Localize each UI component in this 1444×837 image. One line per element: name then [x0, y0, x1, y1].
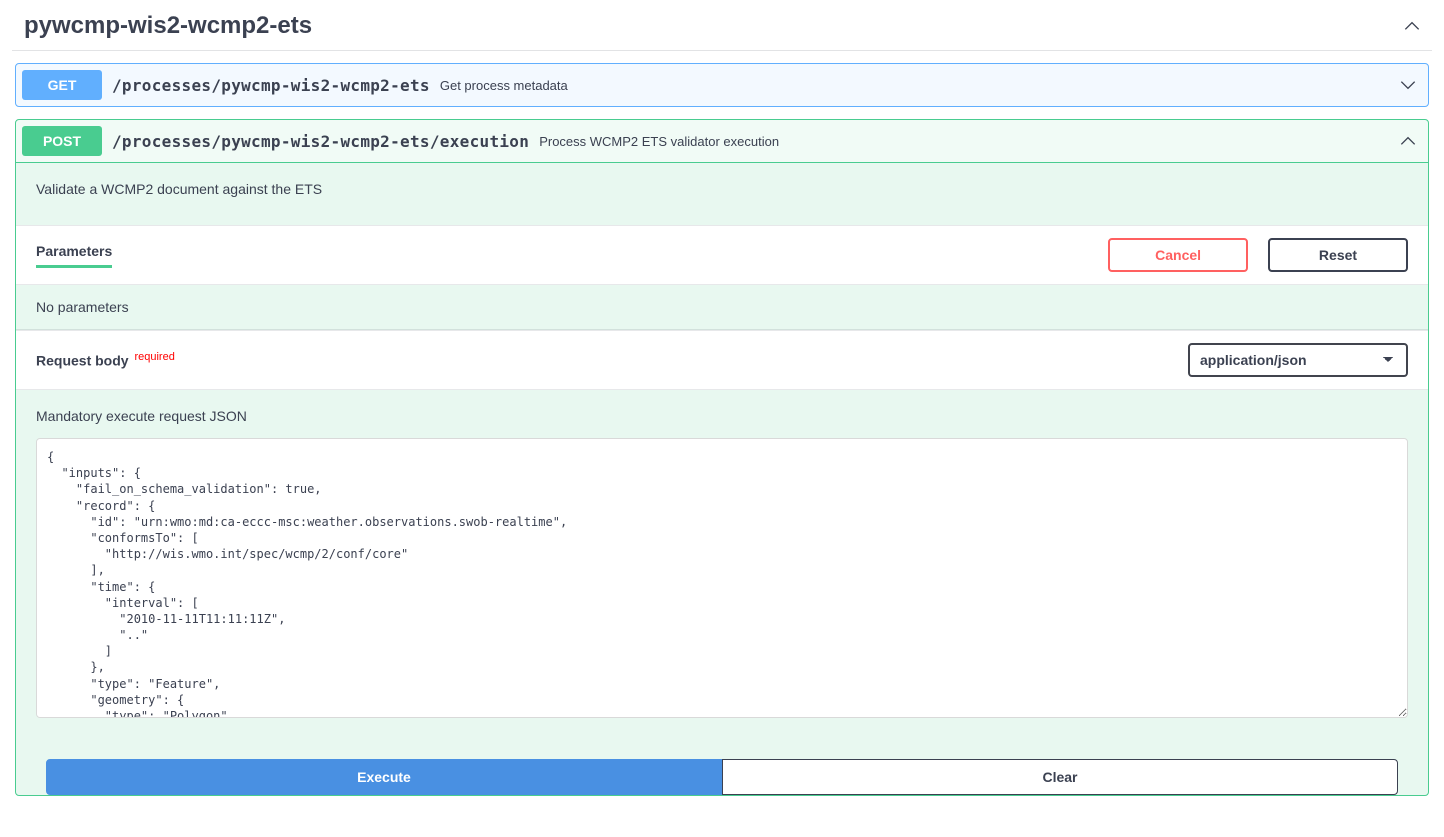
tag-name: pywcmp-wis2-wcmp2-ets — [24, 12, 312, 40]
operation-description: Validate a WCMP2 document against the ET… — [16, 163, 1428, 225]
method-badge-post: POST — [22, 126, 102, 156]
parameters-tab[interactable]: Parameters — [36, 243, 112, 268]
chevron-up-icon — [1398, 131, 1418, 151]
chevron-down-icon — [1398, 75, 1418, 95]
request-body-description: Mandatory execute request JSON — [36, 408, 1408, 424]
request-body-header: Request body required application/json — [16, 330, 1428, 390]
operation-path: /processes/pywcmp-wis2-wcmp2-ets/executi… — [112, 132, 529, 151]
operation-summary-text: Get process metadata — [440, 78, 568, 93]
operation-summary[interactable]: GET /processes/pywcmp-wis2-wcmp2-ets Get… — [16, 64, 1428, 106]
request-body-section: Mandatory execute request JSON — [16, 390, 1428, 731]
operation-summary[interactable]: POST /processes/pywcmp-wis2-wcmp2-ets/ex… — [16, 120, 1428, 163]
required-badge: required — [134, 351, 174, 363]
no-parameters-text: No parameters — [16, 285, 1428, 330]
request-body-label: Request body — [36, 353, 129, 369]
method-badge-get: GET — [22, 70, 102, 100]
operation-summary-text: Process WCMP2 ETS validator execution — [539, 134, 779, 149]
tag-header[interactable]: pywcmp-wis2-wcmp2-ets — [12, 0, 1432, 51]
request-body-textarea[interactable] — [36, 438, 1408, 718]
reset-button[interactable]: Reset — [1268, 238, 1408, 272]
operation-path: /processes/pywcmp-wis2-wcmp2-ets — [112, 76, 430, 95]
operation-get: GET /processes/pywcmp-wis2-wcmp2-ets Get… — [15, 63, 1429, 107]
operation-body: Validate a WCMP2 document against the ET… — [16, 163, 1428, 795]
cancel-button[interactable]: Cancel — [1108, 238, 1248, 272]
clear-button[interactable]: Clear — [722, 759, 1398, 795]
chevron-up-icon — [1402, 16, 1422, 36]
parameters-header: Parameters Cancel Reset — [16, 225, 1428, 285]
execute-row: Execute Clear — [16, 731, 1428, 795]
execute-button[interactable]: Execute — [46, 759, 722, 795]
content-type-select[interactable]: application/json — [1188, 343, 1408, 377]
operation-post: POST /processes/pywcmp-wis2-wcmp2-ets/ex… — [15, 119, 1429, 796]
